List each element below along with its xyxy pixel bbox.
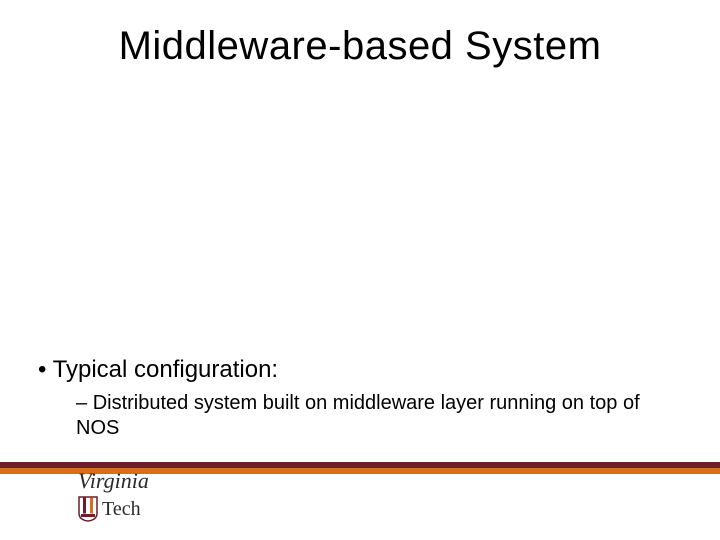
vt-logo: Virginia Tech (78, 472, 149, 522)
logo-text-block: Virginia Tech (78, 472, 149, 522)
bullet-subtext: Distributed system built on middleware l… (76, 392, 640, 439)
slide-title: Middleware-based System (0, 24, 720, 69)
slide: Middleware-based System Typical configur… (0, 0, 720, 540)
slide-content: Typical configuration: Distributed syste… (38, 355, 682, 441)
bullet-level1: Typical configuration: (38, 355, 682, 385)
logo-tech-text: Tech (102, 499, 141, 519)
shield-icon (78, 496, 98, 522)
bullet-level2: Distributed system built on middleware l… (76, 391, 682, 441)
logo-mark-row: Tech (78, 496, 149, 522)
bullet-text: Typical configuration: (53, 356, 278, 383)
logo-virginia-text: Virginia (78, 470, 149, 492)
